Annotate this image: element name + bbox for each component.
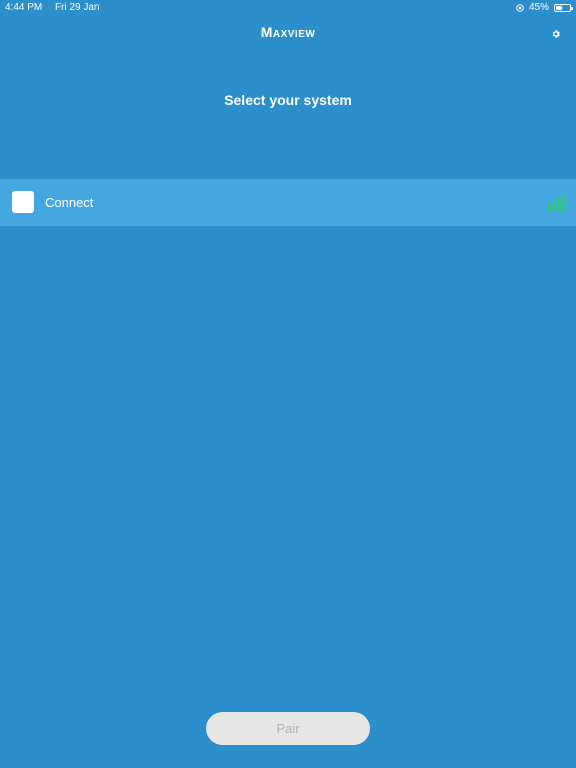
signal-strength-icon (548, 194, 566, 211)
orientation-lock-icon (516, 4, 524, 12)
device-label: Connect (45, 195, 94, 210)
device-checkbox[interactable] (12, 191, 34, 213)
signal-bar-3 (558, 197, 561, 211)
pair-button[interactable]: Pair (206, 712, 370, 745)
device-row-connect[interactable]: Connect (0, 179, 576, 226)
battery-percent: 45% (528, 2, 549, 13)
app-title: Maxview (260, 24, 316, 40)
signal-bar-4 (563, 194, 566, 211)
signal-bar-2 (553, 201, 556, 211)
status-time: 4:44 PM (5, 2, 43, 13)
battery-icon (554, 4, 573, 12)
status-date: Fri 29 Jan (55, 2, 100, 13)
page-heading: Select your system (224, 92, 352, 108)
signal-bar-1 (548, 204, 551, 211)
status-left: 4:44 PM Fri 29 Jan (5, 0, 110, 16)
battery-fill (556, 6, 562, 10)
gear-icon (552, 30, 560, 38)
settings-button[interactable] (548, 26, 564, 42)
status-right: 45% (516, 0, 573, 16)
status-bar: 4:44 PM Fri 29 Jan 45% (0, 0, 576, 16)
